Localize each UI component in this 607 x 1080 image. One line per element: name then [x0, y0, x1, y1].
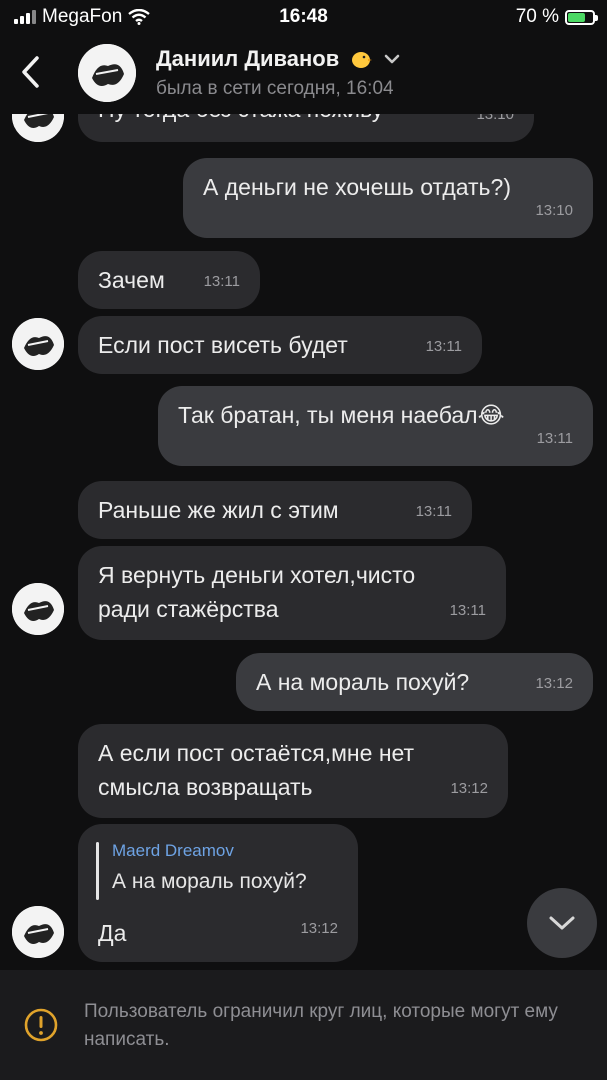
message-time: 13:11	[425, 338, 462, 355]
message-text-line: смысла возвращать	[98, 774, 313, 800]
contact-avatar[interactable]	[78, 44, 136, 102]
message-incoming[interactable]: Я вернуть деньги хотел,чисто ради стажёр…	[78, 546, 506, 640]
sender-avatar[interactable]	[12, 318, 64, 370]
message-text: А на мораль похуй?	[256, 669, 470, 695]
message-incoming-reply[interactable]: Maerd Dreamov А на мораль похуй? Да 13:1…	[78, 824, 358, 962]
message-time: 13:12	[535, 675, 573, 692]
message-list[interactable]: Ну тогда без стажа поживу 13:10 А деньги…	[0, 114, 607, 970]
message-time: 13:12	[300, 920, 338, 937]
message-incoming[interactable]: Если пост висеть будет 13:11	[78, 316, 482, 374]
status-bar: MegaFon 16:48 70 %	[0, 0, 607, 34]
message-text-line: А если пост остаётся,мне нет	[98, 740, 415, 766]
restriction-note: Пользователь ограничил круг лиц, которые…	[84, 1001, 558, 1050]
message-incoming[interactable]: А если пост остаётся,мне нет смысла возв…	[78, 724, 508, 818]
message-outgoing[interactable]: А на мораль похуй? 13:12	[236, 653, 593, 711]
message-time: 13:10	[535, 202, 573, 219]
message-text: Так братан, ты меня наебал	[178, 402, 478, 428]
laughing-emoji-icon: 😂	[477, 402, 505, 428]
battery-icon	[565, 9, 598, 25]
message-text: Ну тогда без стажа поживу	[98, 114, 383, 122]
message-text: Да	[98, 920, 127, 946]
message-text: А деньги не хочешь отдать?)	[203, 174, 511, 200]
message-incoming[interactable]: Раньше же жил с этим 13:11	[78, 481, 472, 539]
warning-icon	[24, 1008, 58, 1042]
reply-accent-bar	[96, 842, 99, 900]
message-text: Если пост висеть будет	[98, 332, 348, 358]
reply-quote[interactable]: А на мораль похуй?	[112, 868, 307, 896]
scroll-down-icon	[549, 916, 575, 930]
avatar-image	[78, 44, 136, 102]
message-time: 13:11	[415, 503, 452, 520]
chick-emoji-icon	[352, 52, 373, 68]
chevron-down-icon[interactable]	[383, 53, 401, 65]
message-outgoing[interactable]: А деньги не хочешь отдать?) 13:10	[183, 158, 593, 238]
message-text-line: ради стажёрства	[98, 596, 279, 622]
battery-percent: 70 %	[515, 6, 559, 27]
sender-avatar[interactable]	[12, 114, 64, 142]
message-outgoing[interactable]: Так братан, ты меня наебал😂 13:11	[158, 386, 593, 466]
reply-author[interactable]: Maerd Dreamov	[112, 840, 234, 862]
sender-avatar[interactable]	[12, 906, 64, 958]
message-text: Раньше же жил с этим	[98, 497, 339, 523]
chat-header: Даниил Диванов была в сети сегодня, 16:0…	[0, 34, 607, 114]
last-seen-status: была в сети сегодня, 16:04	[156, 78, 394, 99]
scroll-down-button[interactable]	[527, 888, 597, 958]
back-chevron-icon[interactable]	[16, 54, 46, 90]
message-incoming[interactable]: Ну тогда без стажа поживу 13:10	[78, 114, 534, 142]
message-incoming[interactable]: Зачем 13:11	[78, 251, 260, 309]
message-time: 13:11	[449, 602, 486, 619]
message-time: 13:11	[203, 273, 240, 290]
message-time: 13:10	[476, 114, 514, 123]
sender-avatar[interactable]	[12, 583, 64, 635]
restriction-footer: Пользователь ограничил круг лиц, которые…	[0, 970, 607, 1080]
message-text: Зачем	[98, 267, 165, 293]
message-time: 13:11	[536, 430, 573, 447]
contact-name-row[interactable]: Даниил Диванов	[156, 46, 401, 72]
message-text-line: Я вернуть деньги хотел,чисто	[98, 562, 416, 588]
contact-name: Даниил Диванов	[156, 46, 340, 71]
message-time: 13:12	[450, 780, 488, 797]
